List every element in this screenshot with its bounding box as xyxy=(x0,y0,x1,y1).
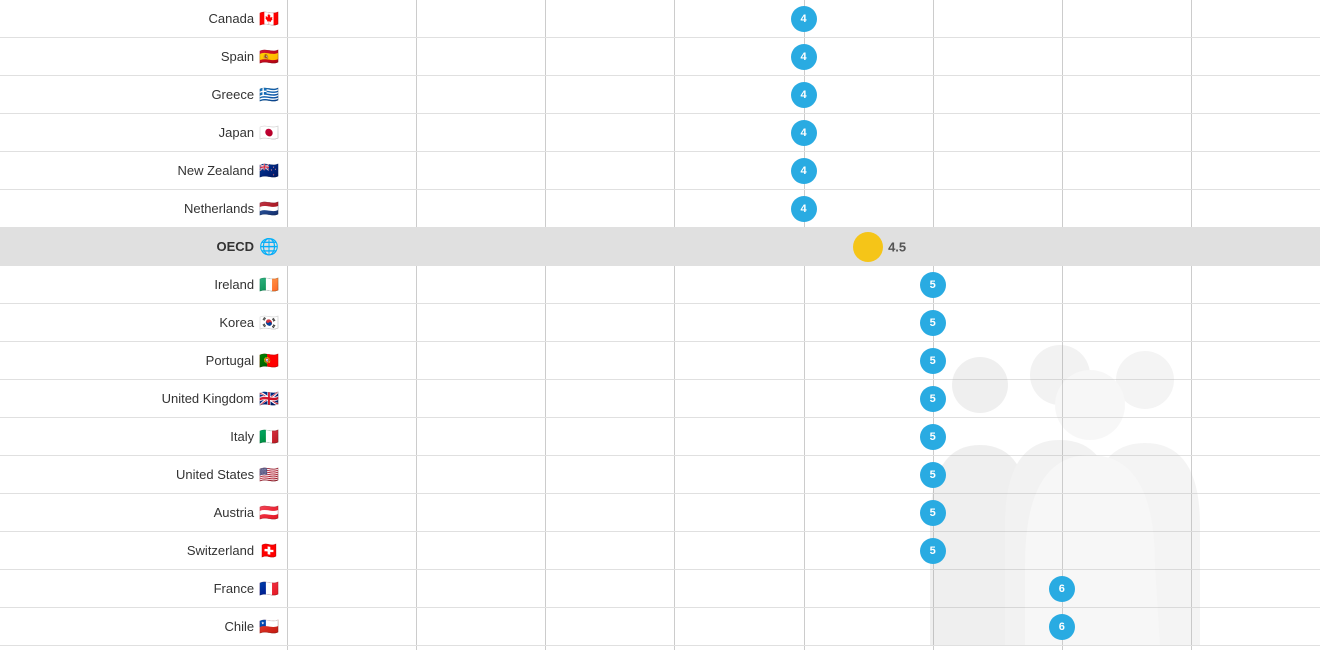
country-flag: 🌐 xyxy=(259,237,279,257)
data-dot: 4 xyxy=(791,6,817,32)
chart-row: Spain 🇪🇸 4 xyxy=(0,38,1320,76)
data-area: 4 xyxy=(287,76,1320,114)
country-name: Canada xyxy=(209,11,255,26)
silhouette-decoration xyxy=(900,325,1280,650)
chart-row: OECD 🌐 4.5 xyxy=(0,228,1320,266)
country-name: France xyxy=(214,581,254,596)
country-name: New Zealand xyxy=(177,163,254,178)
country-name: Korea xyxy=(219,315,254,330)
country-flag: 🇬🇷 xyxy=(259,85,279,105)
chart-row: Greece 🇬🇷 4 xyxy=(0,76,1320,114)
data-area: 4 xyxy=(287,190,1320,228)
country-label: Greece 🇬🇷 xyxy=(0,85,287,105)
country-label: Portugal 🇵🇹 xyxy=(0,351,287,371)
data-dot: 4 xyxy=(791,196,817,222)
country-name: Greece xyxy=(211,87,254,102)
country-label: Chile 🇨🇱 xyxy=(0,617,287,637)
data-dot: 5 xyxy=(920,272,946,298)
country-name: Portugal xyxy=(206,353,254,368)
data-dot: 5 xyxy=(920,386,946,412)
country-label: New Zealand 🇳🇿 xyxy=(0,161,287,181)
country-label: United States 🇺🇸 xyxy=(0,465,287,485)
country-flag: 🇪🇸 xyxy=(259,47,279,67)
country-name: Austria xyxy=(214,505,254,520)
country-flag: 🇺🇸 xyxy=(259,465,279,485)
data-dot: 5 xyxy=(920,310,946,336)
country-flag: 🇮🇹 xyxy=(259,427,279,447)
country-name: United Kingdom xyxy=(162,391,255,406)
country-name: Switzerland xyxy=(187,543,254,558)
country-flag: 🇳🇱 xyxy=(259,199,279,219)
country-flag: 🇳🇿 xyxy=(259,161,279,181)
country-label: Korea 🇰🇷 xyxy=(0,313,287,333)
country-label: Netherlands 🇳🇱 xyxy=(0,199,287,219)
country-name: Italy xyxy=(230,429,254,444)
data-dot: 6 xyxy=(1049,576,1075,602)
country-name: Ireland xyxy=(214,277,254,292)
country-flag: 🇨🇱 xyxy=(259,617,279,637)
country-name: Netherlands xyxy=(184,201,254,216)
data-dot: 5 xyxy=(920,538,946,564)
data-dot: 5 xyxy=(920,500,946,526)
data-area: 4.5 xyxy=(287,228,1320,266)
country-label: Canada 🇨🇦 xyxy=(0,9,287,29)
chart-row: Japan 🇯🇵 4 xyxy=(0,114,1320,152)
data-dot: 5 xyxy=(920,348,946,374)
country-label: Austria 🇦🇹 xyxy=(0,503,287,523)
data-dot: 4 xyxy=(791,120,817,146)
data-area: 4 xyxy=(287,38,1320,76)
country-flag: 🇦🇹 xyxy=(259,503,279,523)
country-label: Ireland 🇮🇪 xyxy=(0,275,287,295)
data-dot: 4 xyxy=(791,158,817,184)
country-flag: 🇵🇹 xyxy=(259,351,279,371)
country-name: Japan xyxy=(219,125,254,140)
country-label: Spain 🇪🇸 xyxy=(0,47,287,67)
data-dot: 5 xyxy=(920,462,946,488)
country-flag: 🇨🇦 xyxy=(259,9,279,29)
country-label: Italy 🇮🇹 xyxy=(0,427,287,447)
data-dot: 4 xyxy=(791,82,817,108)
data-dot: 4 xyxy=(791,44,817,70)
country-label: United Kingdom 🇬🇧 xyxy=(0,389,287,409)
data-dot: 5 xyxy=(920,424,946,450)
country-flag: 🇯🇵 xyxy=(259,123,279,143)
chart-container: Canada🇨🇦4Spain🇪🇸4Greece🇬🇷4Japan🇯🇵4New Ze… xyxy=(0,0,1320,650)
country-name: United States xyxy=(176,467,254,482)
country-flag: 🇨🇭 xyxy=(259,541,279,561)
country-flag: 🇮🇪 xyxy=(259,275,279,295)
chart-row: New Zealand 🇳🇿 4 xyxy=(0,152,1320,190)
data-area: 4 xyxy=(287,152,1320,190)
chart-row: Canada 🇨🇦 4 xyxy=(0,0,1320,38)
oecd-value-label: 4.5 xyxy=(888,239,906,254)
country-flag: 🇰🇷 xyxy=(259,313,279,333)
country-name: OECD xyxy=(217,239,255,254)
data-area: 4 xyxy=(287,114,1320,152)
country-label: OECD 🌐 xyxy=(0,237,287,257)
data-area: 4 xyxy=(287,0,1320,38)
country-flag: 🇬🇧 xyxy=(259,389,279,409)
country-name: Chile xyxy=(224,619,254,634)
chart-row: Ireland 🇮🇪 5 xyxy=(0,266,1320,304)
chart-row: Netherlands 🇳🇱 4 xyxy=(0,190,1320,228)
country-label: Switzerland 🇨🇭 xyxy=(0,541,287,561)
country-label: France 🇫🇷 xyxy=(0,579,287,599)
country-flag: 🇫🇷 xyxy=(259,579,279,599)
country-name: Spain xyxy=(221,49,254,64)
data-dot: 6 xyxy=(1049,614,1075,640)
data-area: 5 xyxy=(287,266,1320,304)
oecd-dot xyxy=(853,232,883,262)
country-label: Japan 🇯🇵 xyxy=(0,123,287,143)
